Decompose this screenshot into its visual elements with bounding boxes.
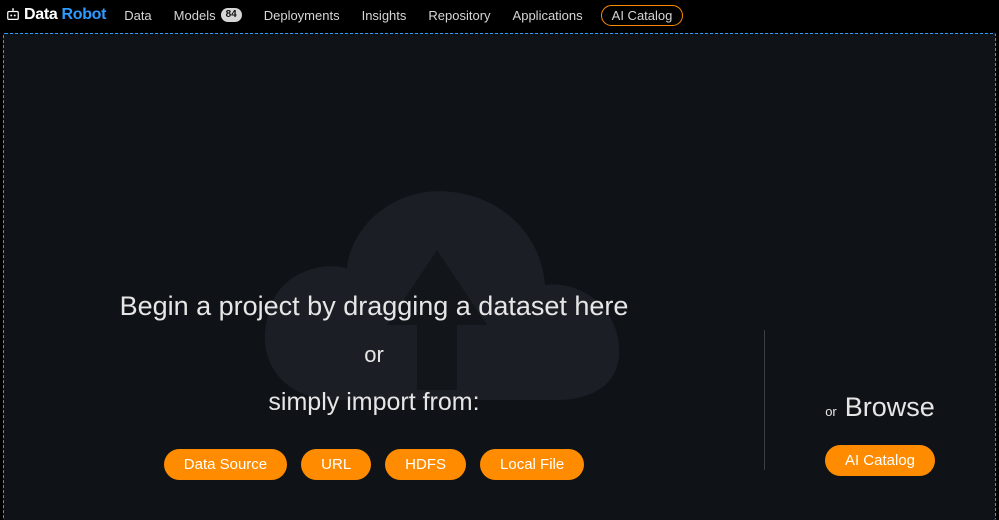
top-nav: DataRobot Data Models 84 Deployments Ins…	[0, 0, 999, 30]
dropzone-content: Begin a project by dragging a dataset he…	[4, 34, 995, 520]
hdfs-button[interactable]: HDFS	[385, 449, 466, 480]
url-button[interactable]: URL	[301, 449, 371, 480]
nav-label: Deployments	[264, 8, 340, 23]
nav-label: AI Catalog	[612, 8, 673, 23]
browse-block: or Browse AI Catalog	[765, 392, 995, 480]
nav-label: Insights	[362, 8, 407, 23]
ai-catalog-button[interactable]: AI Catalog	[825, 445, 935, 476]
nav-label: Repository	[428, 8, 490, 23]
browse-or: or	[825, 404, 837, 419]
dropzone-headline: Begin a project by dragging a dataset he…	[120, 290, 629, 322]
brand-word-2: Robot	[61, 6, 106, 24]
nav-item-insights[interactable]: Insights	[358, 6, 411, 25]
nav-item-ai-catalog[interactable]: AI Catalog	[601, 5, 684, 26]
brand-logo[interactable]: DataRobot	[6, 6, 106, 24]
nav-label: Data	[124, 8, 151, 23]
nav-item-applications[interactable]: Applications	[509, 6, 587, 25]
data-source-button[interactable]: Data Source	[164, 449, 287, 480]
dropzone-import-line: simply import from:	[268, 388, 479, 417]
local-file-button[interactable]: Local File	[480, 449, 584, 480]
import-prompt-block: Begin a project by dragging a dataset he…	[4, 290, 764, 480]
robot-icon	[6, 8, 20, 22]
nav-item-repository[interactable]: Repository	[424, 6, 494, 25]
dropzone-container: Begin a project by dragging a dataset he…	[0, 30, 999, 520]
nav-item-data[interactable]: Data	[120, 6, 155, 25]
browse-label: Browse	[845, 392, 935, 423]
brand-word-1: Data	[24, 6, 57, 24]
nav-item-deployments[interactable]: Deployments	[260, 6, 344, 25]
models-count-badge: 84	[221, 8, 242, 22]
import-source-buttons: Data Source URL HDFS Local File	[164, 449, 584, 480]
nav-label: Applications	[513, 8, 583, 23]
browse-line: or Browse	[825, 392, 935, 423]
dropzone-or: or	[364, 342, 384, 368]
nav-label: Models	[174, 8, 216, 23]
nav-item-models[interactable]: Models 84	[170, 6, 246, 25]
nav-items: Data Models 84 Deployments Insights Repo…	[120, 5, 683, 26]
dropzone[interactable]: Begin a project by dragging a dataset he…	[3, 33, 996, 520]
